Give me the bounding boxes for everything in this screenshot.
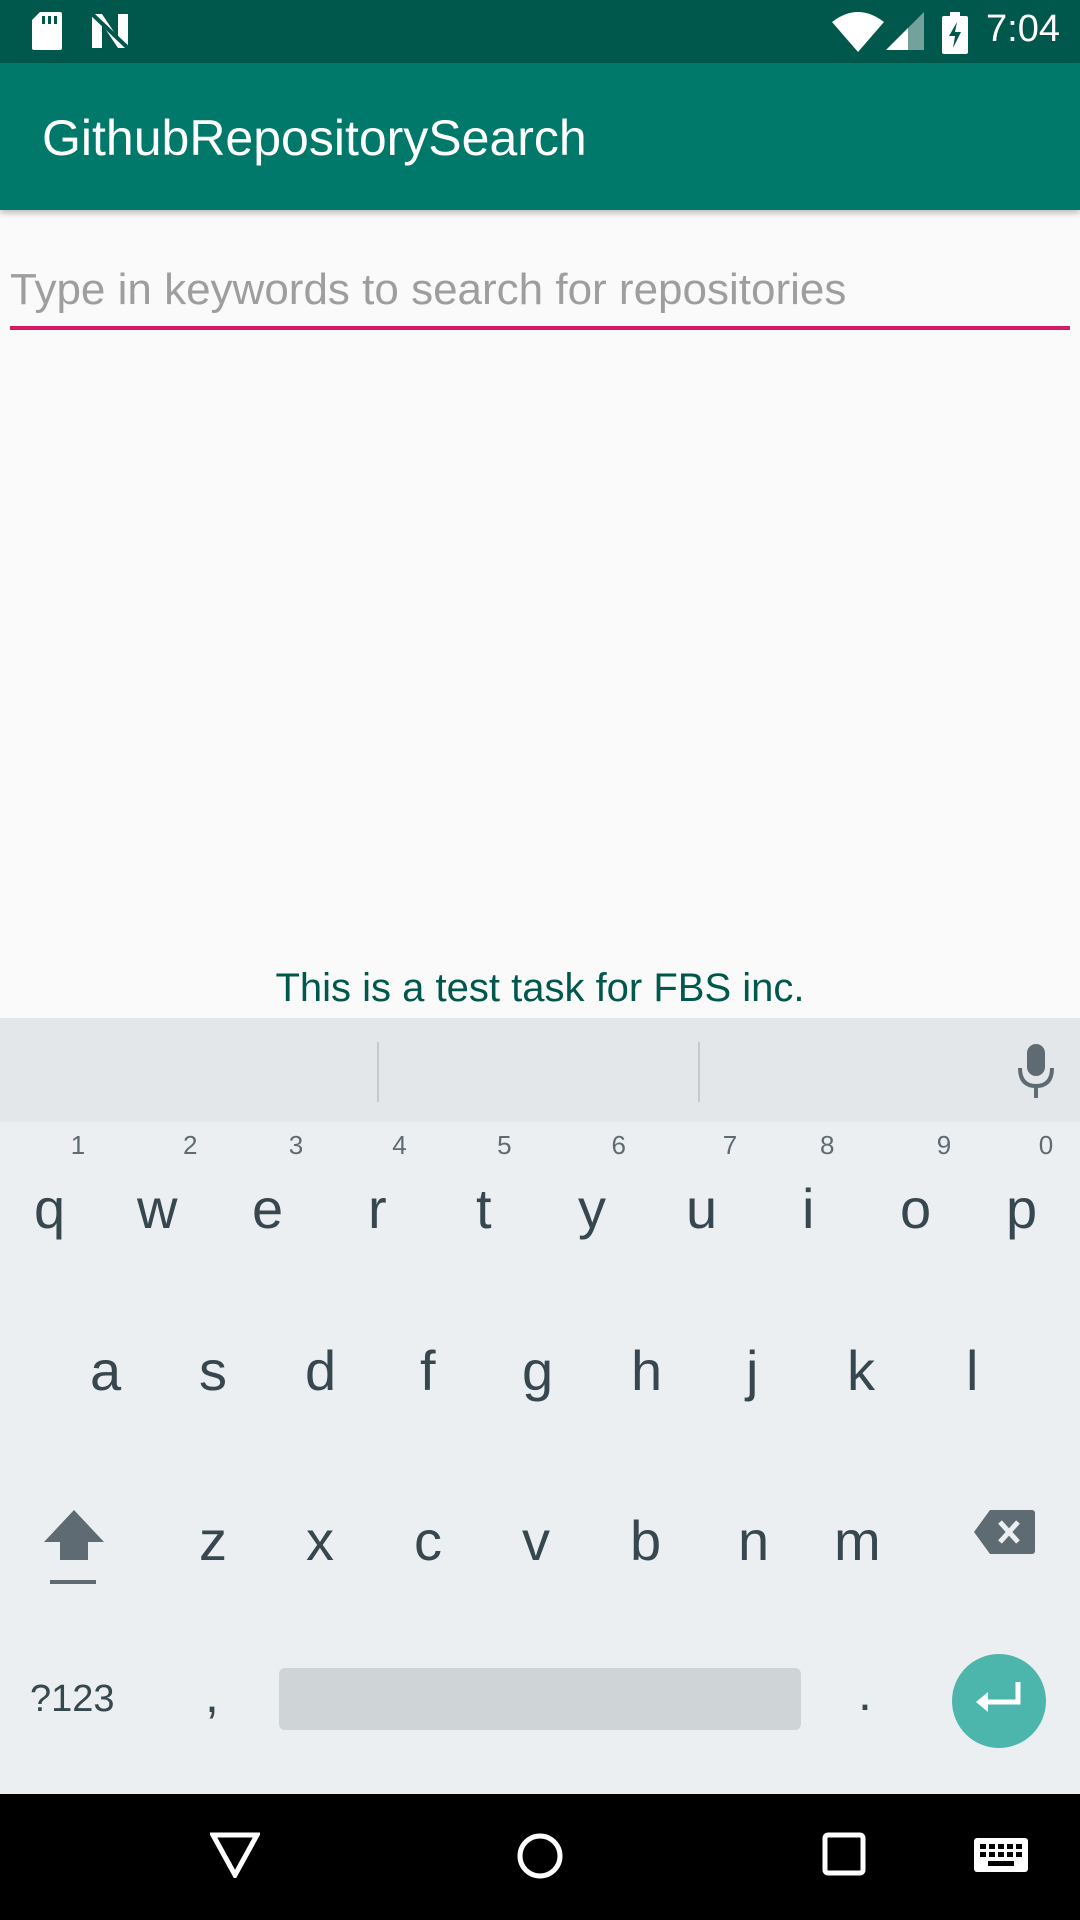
key-b[interactable]: b <box>630 1508 661 1573</box>
key-h[interactable]: h <box>631 1338 662 1403</box>
backspace-icon[interactable] <box>972 1508 1036 1556</box>
sd-card-icon <box>32 12 62 50</box>
period-key[interactable]: . <box>858 1664 872 1722</box>
suggestion-divider <box>377 1042 379 1102</box>
key-i[interactable]: i8 <box>802 1130 834 1241</box>
enter-icon <box>976 1682 1021 1712</box>
key-q[interactable]: q1 <box>34 1130 85 1241</box>
key-x[interactable]: x <box>306 1508 334 1573</box>
status-time: 7:04 <box>986 8 1060 50</box>
status-bar: 7:04 <box>0 0 1080 63</box>
key-n[interactable]: n <box>738 1508 769 1573</box>
symbols-key[interactable]: ?123 <box>30 1678 115 1721</box>
search-underline <box>10 326 1070 330</box>
key-e[interactable]: e3 <box>252 1130 303 1241</box>
keyboard-switch-icon[interactable] <box>974 1838 1028 1878</box>
soft-keyboard: q1 w2 e3 r4 t5 y6 u7 i8 o9 p0 a s d f g … <box>0 1018 1080 1794</box>
key-a[interactable]: a <box>90 1338 121 1403</box>
cell-signal-icon <box>886 12 924 50</box>
key-v[interactable]: v <box>522 1508 550 1573</box>
key-f[interactable]: f <box>420 1338 436 1403</box>
suggestion-strip <box>0 1018 1080 1122</box>
key-r[interactable]: r4 <box>368 1130 407 1241</box>
search-field[interactable] <box>10 258 1070 330</box>
app-bar: GithubRepositorySearch <box>0 63 1080 210</box>
key-g[interactable]: g <box>522 1338 553 1403</box>
key-d[interactable]: d <box>305 1338 336 1403</box>
key-u[interactable]: u7 <box>686 1130 737 1241</box>
shift-icon[interactable] <box>42 1508 106 1594</box>
navigation-bar <box>0 1794 1080 1920</box>
key-o[interactable]: o9 <box>900 1130 951 1241</box>
footer-text: This is a test task for FBS inc. <box>275 966 805 1010</box>
home-icon[interactable] <box>516 1832 564 1880</box>
key-l[interactable]: l <box>966 1338 978 1403</box>
key-c[interactable]: c <box>414 1508 442 1573</box>
battery-charging-icon <box>942 12 968 54</box>
key-w[interactable]: w2 <box>137 1130 197 1241</box>
recents-icon[interactable] <box>822 1832 866 1876</box>
mic-icon[interactable] <box>1018 1044 1054 1098</box>
key-k[interactable]: k <box>847 1338 875 1403</box>
enter-key[interactable] <box>952 1654 1046 1748</box>
notification-n-icon <box>90 12 130 50</box>
suggestion-divider <box>698 1042 700 1102</box>
key-j[interactable]: j <box>746 1338 758 1403</box>
key-z[interactable]: z <box>199 1508 227 1573</box>
wifi-icon <box>832 12 884 52</box>
key-s[interactable]: s <box>199 1338 227 1403</box>
key-m[interactable]: m <box>834 1508 881 1573</box>
back-icon[interactable] <box>210 1832 260 1878</box>
app-title: GithubRepositorySearch <box>42 110 587 166</box>
search-input[interactable] <box>10 258 1070 322</box>
space-key[interactable] <box>279 1668 801 1730</box>
key-y[interactable]: y6 <box>578 1130 626 1241</box>
comma-key[interactable]: , <box>205 1666 219 1724</box>
key-p[interactable]: p0 <box>1006 1130 1053 1241</box>
key-t[interactable]: t5 <box>476 1130 512 1241</box>
